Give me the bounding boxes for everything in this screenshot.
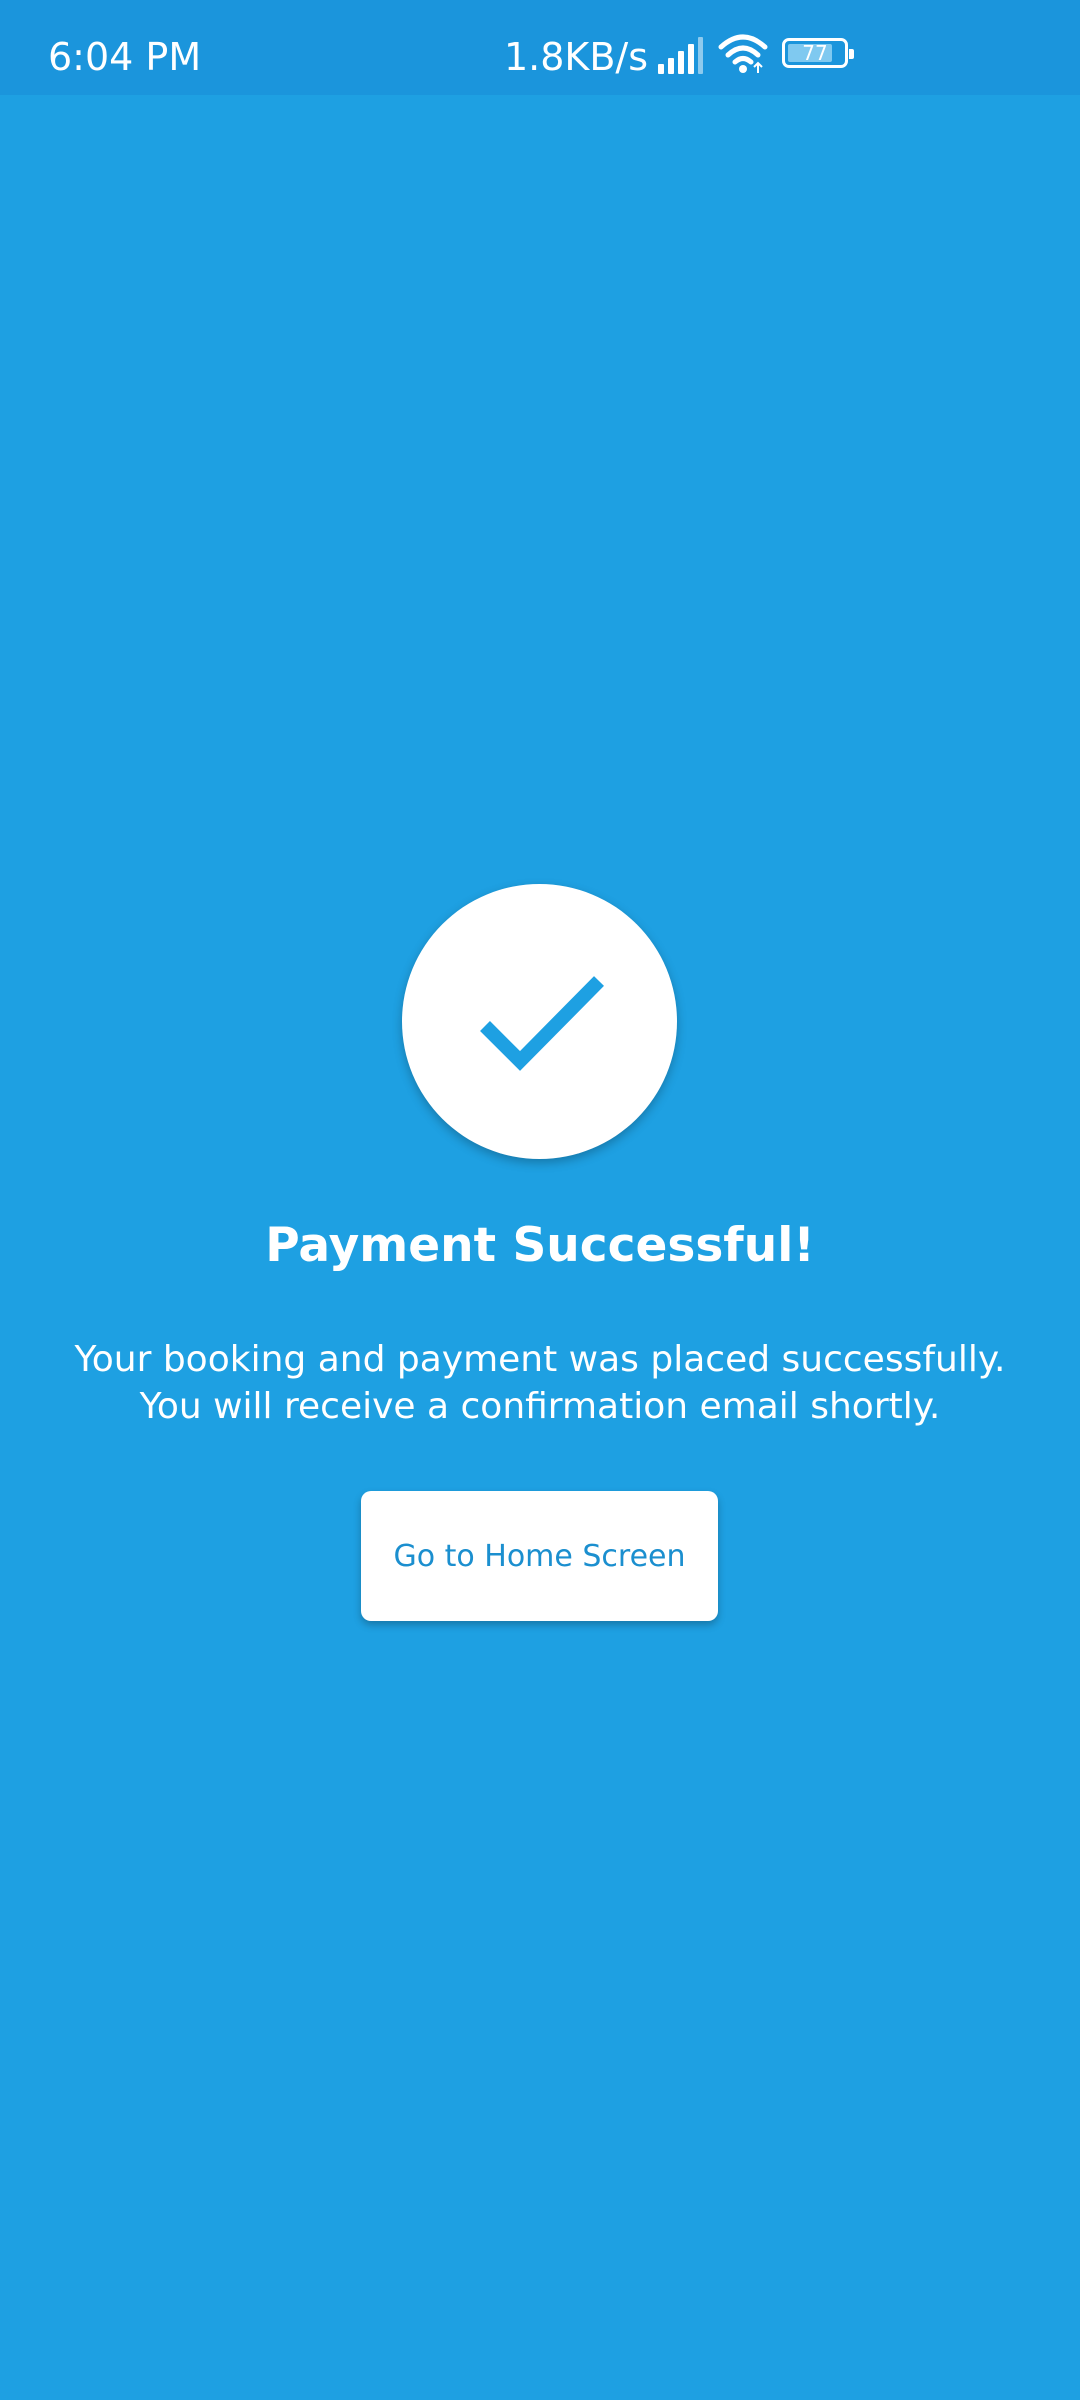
confirmation-message: Your booking and payment was placed succ…: [0, 1336, 1080, 1430]
message-line: Your booking and payment was placed succ…: [74, 1339, 1006, 1380]
network-speed: 1.8KB/s: [504, 35, 649, 79]
battery-icon: 77: [782, 38, 855, 68]
go-home-button[interactable]: Go to Home Screen: [361, 1491, 718, 1621]
message-line: You will receive a confirmation email sh…: [139, 1386, 941, 1427]
battery-level: 77: [802, 41, 828, 65]
check-icon: [480, 976, 604, 1071]
status-indicators: 1.8KB/s 77: [504, 34, 855, 86]
status-time: 6:04 PM: [48, 35, 202, 79]
status-bar: 6:04 PM 1.8KB/s 77: [0, 0, 1080, 95]
battery-nub: [849, 49, 855, 59]
success-badge: [402, 884, 677, 1159]
wifi-icon: [718, 34, 768, 73]
signal-icon: [658, 37, 704, 74]
page-title: Payment Successful!: [265, 1218, 815, 1273]
